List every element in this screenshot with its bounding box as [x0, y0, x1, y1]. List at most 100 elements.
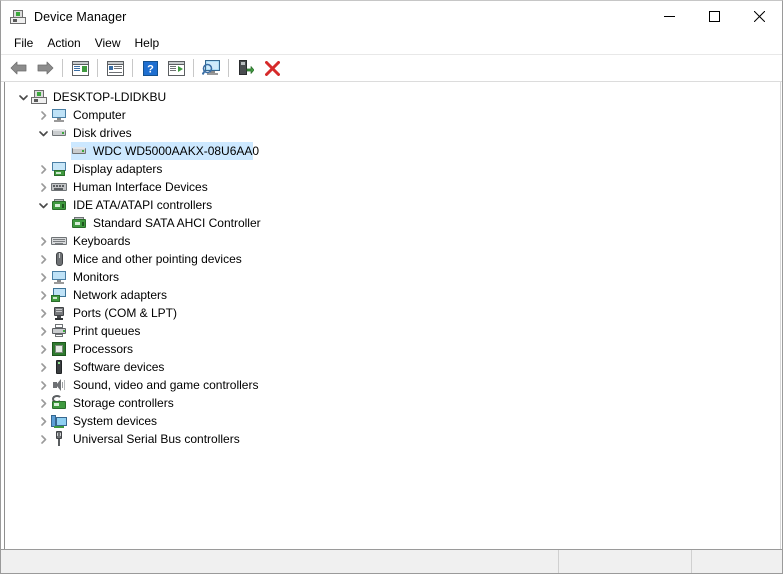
chevron-right-icon[interactable]: [35, 232, 51, 250]
maximize-button[interactable]: [692, 1, 737, 32]
tree-item[interactable]: Sound, video and game controllers: [5, 376, 780, 394]
chevron-right-icon[interactable]: [35, 106, 51, 124]
properties-button[interactable]: [102, 56, 128, 80]
tree-item-label: Keyboards: [73, 234, 131, 248]
menu-file[interactable]: File: [7, 34, 40, 52]
status-bar: [1, 549, 782, 573]
ide-controller-icon: [51, 197, 67, 213]
chevron-right-icon[interactable]: [35, 250, 51, 268]
menu-help[interactable]: Help: [128, 34, 167, 52]
monitor-icon: [51, 269, 67, 285]
printer-icon: [51, 323, 67, 339]
menu-view[interactable]: View: [88, 34, 128, 52]
tree-item[interactable]: Monitors: [5, 268, 780, 286]
menu-bar: File Action View Help: [1, 32, 782, 54]
tree-item-label: Monitors: [73, 270, 120, 284]
tree-item[interactable]: Standard SATA AHCI Controller: [5, 214, 780, 232]
tree-item-label: Display adapters: [73, 162, 163, 176]
chevron-right-icon[interactable]: [35, 160, 51, 178]
tree-item-label: Human Interface Devices: [73, 180, 208, 194]
svg-text:?: ?: [147, 63, 154, 75]
tree-item[interactable]: Storage controllers: [5, 394, 780, 412]
tree-item[interactable]: Network adapters: [5, 286, 780, 304]
uninstall-device-button[interactable]: [259, 56, 285, 80]
window-title: Device Manager: [34, 9, 127, 24]
tree-item-label: Mice and other pointing devices: [73, 252, 242, 266]
keyboard-icon: [51, 233, 67, 249]
tree-item-label: Processors: [73, 342, 134, 356]
tree-item-label: IDE ATA/ATAPI controllers: [73, 198, 213, 212]
chevron-right-icon[interactable]: [35, 376, 51, 394]
tree-item-label: Disk drives: [73, 126, 132, 140]
title-bar: Device Manager: [1, 1, 782, 32]
tree-item-label: Network adapters: [73, 288, 168, 302]
window-controls: [647, 1, 782, 32]
toolbar-separator: [97, 59, 98, 77]
tree-item[interactable]: WDC WD5000AAKX-08U6AA0: [5, 142, 780, 160]
menu-action[interactable]: Action: [40, 34, 87, 52]
tree-item[interactable]: Software devices: [5, 358, 780, 376]
status-panel-third: [692, 550, 782, 573]
tree-item-label: WDC WD5000AAKX-08U6AA0: [93, 144, 260, 158]
port-icon: [51, 305, 67, 321]
forward-button[interactable]: [32, 56, 58, 80]
chevron-right-icon[interactable]: [35, 358, 51, 376]
tree-item[interactable]: Universal Serial Bus controllers: [5, 430, 780, 448]
sound-icon: [51, 377, 67, 393]
help-button[interactable]: ?: [137, 56, 163, 80]
chevron-right-icon[interactable]: [35, 304, 51, 322]
network-adapter-icon: [51, 287, 67, 303]
storage-controller-icon: [51, 395, 67, 411]
close-button[interactable]: [737, 1, 782, 32]
chevron-down-icon[interactable]: [35, 124, 51, 142]
tree-item[interactable]: Mice and other pointing devices: [5, 250, 780, 268]
device-tree-panel[interactable]: DESKTOP-LDIDKBU Computer Disk drives WDC WD…: [4, 82, 781, 549]
usb-icon: [51, 431, 67, 447]
chevron-right-icon[interactable]: [35, 178, 51, 196]
chevron-right-icon[interactable]: [35, 322, 51, 340]
tree-item[interactable]: System devices: [5, 412, 780, 430]
enable-device-button[interactable]: [233, 56, 259, 80]
tree-item[interactable]: Computer: [5, 106, 780, 124]
tree-item-label: Standard SATA AHCI Controller: [93, 216, 261, 230]
device-tree: DESKTOP-LDIDKBU Computer Disk drives WDC WD…: [5, 82, 780, 448]
status-message: [1, 550, 559, 573]
tree-item[interactable]: Keyboards: [5, 232, 780, 250]
toolbar-separator: [62, 59, 63, 77]
device-manager-icon: [10, 9, 26, 25]
minimize-button[interactable]: [647, 1, 692, 32]
tree-item[interactable]: DESKTOP-LDIDKBU: [5, 88, 780, 106]
chevron-right-icon[interactable]: [35, 340, 51, 358]
tree-item[interactable]: Display adapters: [5, 160, 780, 178]
chevron-right-icon[interactable]: [35, 394, 51, 412]
tree-item[interactable]: IDE ATA/ATAPI controllers: [5, 196, 780, 214]
system-device-icon: [51, 413, 67, 429]
toolbar-separator: [193, 59, 194, 77]
monitor-icon: [51, 107, 67, 123]
tree-item-label: System devices: [73, 414, 158, 428]
tree-item[interactable]: Ports (COM & LPT): [5, 304, 780, 322]
back-button[interactable]: [6, 56, 32, 80]
show-hide-console-tree-button[interactable]: [67, 56, 93, 80]
disk-drive-icon: [71, 143, 87, 159]
device-manager-window: Device Manager File Action View Help ? D…: [0, 0, 783, 574]
toolbar-separator: [228, 59, 229, 77]
tree-item[interactable]: Disk drives: [5, 124, 780, 142]
status-panel-second: [559, 550, 692, 573]
update-driver-button[interactable]: [163, 56, 189, 80]
software-device-icon: [51, 359, 67, 375]
chevron-right-icon[interactable]: [35, 286, 51, 304]
chevron-right-icon[interactable]: [35, 430, 51, 448]
ide-controller-icon: [71, 215, 87, 231]
mouse-icon: [51, 251, 67, 267]
tree-item[interactable]: Human Interface Devices: [5, 178, 780, 196]
tree-item[interactable]: Processors: [5, 340, 780, 358]
chevron-down-icon[interactable]: [35, 196, 51, 214]
tree-item[interactable]: Print queues: [5, 322, 780, 340]
chevron-down-icon[interactable]: [15, 88, 31, 106]
chevron-right-icon[interactable]: [35, 412, 51, 430]
chevron-right-icon[interactable]: [35, 268, 51, 286]
scan-hardware-changes-button[interactable]: [198, 56, 224, 80]
tree-item-label: Computer: [73, 108, 126, 122]
